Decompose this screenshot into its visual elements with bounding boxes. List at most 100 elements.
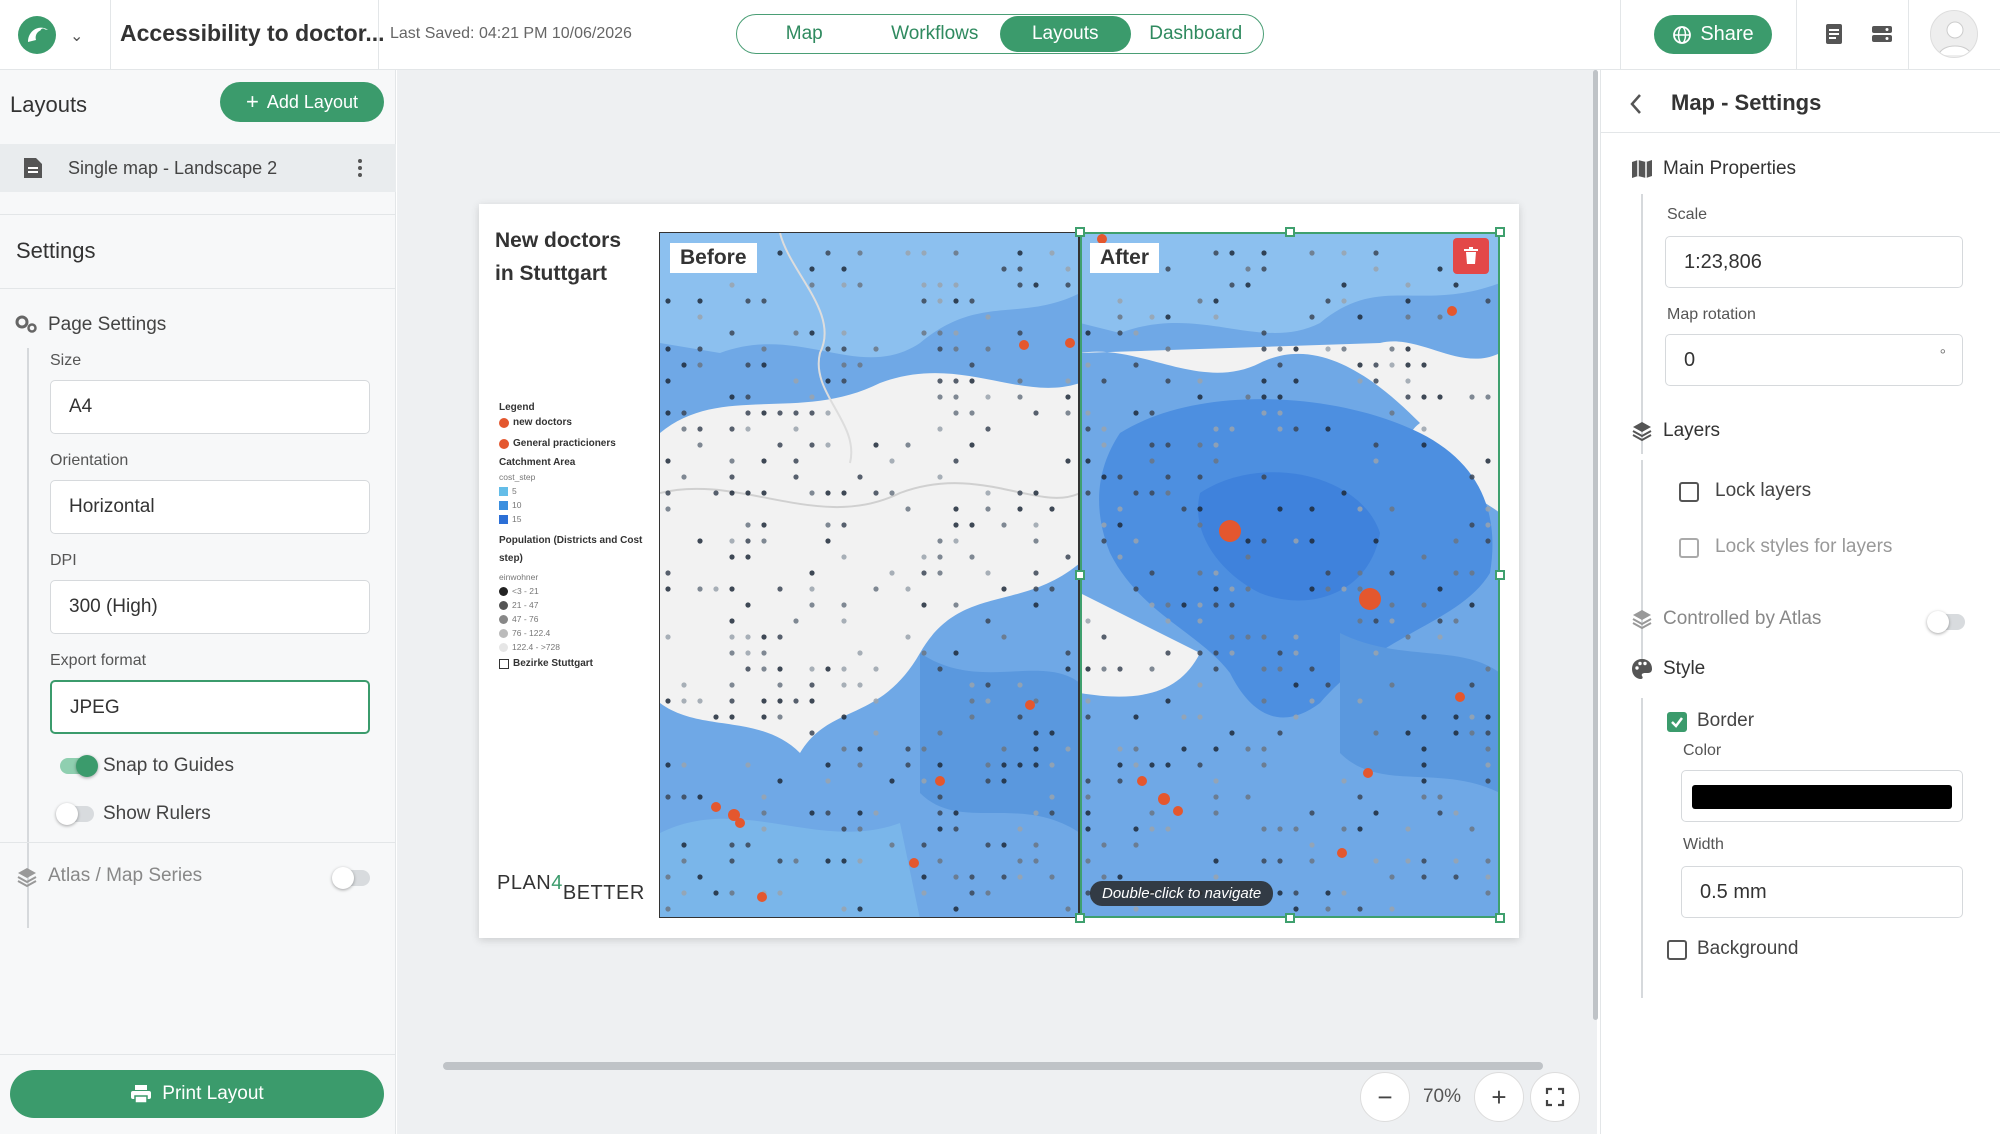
population-dot [1149, 810, 1155, 816]
resize-handle[interactable] [1495, 570, 1505, 580]
lock-styles-checkbox[interactable] [1679, 538, 1699, 558]
user-avatar[interactable] [1930, 10, 1978, 58]
population-dot [1033, 730, 1039, 736]
rotation-input[interactable]: 0 ° [1665, 334, 1963, 386]
add-layout-button[interactable]: + Add Layout [220, 82, 384, 122]
zoom-in-button[interactable]: + [1474, 1072, 1524, 1122]
orientation-select[interactable]: Horizontal [50, 480, 370, 534]
population-dot [1277, 426, 1283, 432]
border-checkbox[interactable] [1667, 712, 1687, 732]
population-dot [1405, 394, 1411, 400]
atlas-toggle[interactable] [332, 867, 370, 889]
population-dot [1017, 826, 1023, 832]
population-dot [937, 762, 943, 768]
delete-element-button[interactable] [1453, 238, 1489, 274]
resize-handle[interactable] [1495, 227, 1505, 237]
map-legend[interactable]: Legend new doctors General practicioners… [499, 402, 649, 673]
population-dot [1133, 842, 1139, 848]
print-page[interactable]: New doctors in Stuttgart Legend new doct… [479, 204, 1519, 938]
resize-handle[interactable] [1075, 570, 1085, 580]
horizontal-scrollbar[interactable] [443, 1062, 1543, 1070]
population-dot [1277, 346, 1283, 352]
share-button[interactable]: Share [1654, 15, 1772, 54]
chevron-down-icon[interactable]: ⌄ [70, 26, 83, 46]
population-dot [697, 698, 703, 704]
population-dot [1017, 714, 1023, 720]
border-width-input[interactable]: 0.5 mm [1681, 866, 1963, 918]
map-after-label: After [1090, 243, 1160, 273]
snap-to-guides-toggle[interactable] [60, 755, 98, 777]
population-dot [1065, 394, 1071, 400]
population-dot [1373, 250, 1379, 256]
population-dot [681, 682, 687, 688]
document-icon[interactable] [1822, 22, 1846, 46]
population-dot [1373, 378, 1379, 384]
layers-icon [17, 868, 37, 888]
layout-list-item[interactable]: Single map - Landscape 2 [0, 144, 396, 192]
resize-handle[interactable] [1285, 227, 1295, 237]
project-title[interactable]: Accessibility to doctor... [120, 20, 385, 47]
page-settings-label[interactable]: Page Settings [48, 314, 166, 336]
resize-handle[interactable] [1285, 913, 1295, 923]
tab-layouts[interactable]: Layouts [1000, 16, 1131, 52]
population-dot [921, 330, 927, 336]
population-dot [953, 602, 959, 608]
population-dot [1485, 730, 1491, 736]
legend-districts: Bezirke Stuttgart [513, 658, 594, 669]
page-title[interactable]: New doctors in Stuttgart [495, 224, 645, 290]
population-dot [697, 362, 703, 368]
population-dot [985, 618, 991, 624]
atlas-control-toggle[interactable] [1927, 611, 1965, 633]
resize-handle[interactable] [1495, 913, 1505, 923]
population-dot [953, 378, 959, 384]
panels-icon[interactable] [1870, 22, 1894, 46]
layers-label: Layers [1663, 420, 1721, 441]
population-dot [665, 346, 671, 352]
zoom-out-button[interactable]: − [1360, 1072, 1410, 1122]
population-dot [713, 490, 719, 496]
population-dot [1373, 858, 1379, 864]
vertical-scrollbar[interactable] [1593, 70, 1598, 1020]
style-section[interactable]: Style [1631, 658, 1705, 680]
population-dot [1293, 650, 1299, 656]
population-dot [729, 618, 735, 624]
population-dot [761, 458, 767, 464]
lock-layers-checkbox[interactable] [1679, 482, 1699, 502]
show-rulers-toggle[interactable] [56, 803, 94, 825]
check-icon [1671, 717, 1683, 728]
population-dot [985, 698, 991, 704]
map-after[interactable]: After Double-click to navigate [1079, 232, 1499, 918]
population-dot [1341, 250, 1347, 256]
tab-workflows[interactable]: Workflows [870, 16, 1001, 52]
border-color-picker[interactable] [1681, 770, 1963, 822]
population-dot [1149, 570, 1155, 576]
resize-handle[interactable] [1075, 913, 1085, 923]
background-checkbox[interactable] [1667, 940, 1687, 960]
layout-canvas[interactable]: New doctors in Stuttgart Legend new doct… [397, 70, 1598, 1134]
population-dot [761, 522, 767, 528]
fullscreen-button[interactable] [1530, 1072, 1580, 1122]
population-dot [1001, 842, 1007, 848]
tab-dashboard[interactable]: Dashboard [1131, 16, 1262, 52]
population-dot [1261, 746, 1267, 752]
layers-section[interactable]: Layers [1631, 420, 1720, 442]
main-properties-section[interactable]: Main Properties [1631, 158, 1796, 180]
population-dot [953, 346, 959, 352]
map-before[interactable]: Before [659, 232, 1079, 918]
back-chevron-icon[interactable] [1629, 92, 1643, 116]
more-vertical-icon[interactable] [356, 157, 364, 179]
population-dot [1261, 394, 1267, 400]
resize-handle[interactable] [1075, 227, 1085, 237]
app-logo-icon[interactable] [16, 14, 58, 56]
dpi-select[interactable]: 300 (High) [50, 580, 370, 634]
size-select[interactable]: A4 [50, 380, 370, 434]
export-format-select[interactable]: JPEG [50, 680, 370, 734]
plan4better-logo[interactable]: PLAN4BETTER [497, 872, 645, 904]
population-dot [1261, 698, 1267, 704]
tab-map[interactable]: Map [739, 16, 870, 52]
scale-input[interactable]: 1:23,806 [1665, 236, 1963, 288]
print-layout-button[interactable]: Print Layout [10, 1070, 384, 1118]
population-dot [1293, 826, 1299, 832]
population-dot [1033, 602, 1039, 608]
population-dot [1277, 826, 1283, 832]
